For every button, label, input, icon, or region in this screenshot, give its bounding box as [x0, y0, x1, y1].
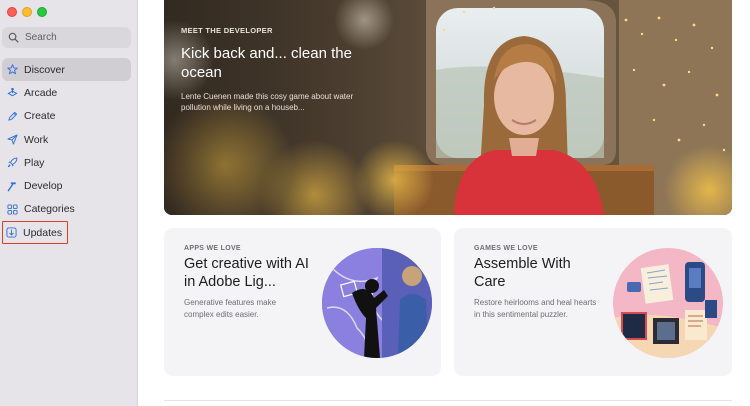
- sidebar-item-label: Updates: [23, 226, 63, 239]
- card-title: Assemble With Care: [474, 256, 571, 290]
- sidebar: Search Discover Arcade Create Work Play …: [0, 0, 138, 406]
- hero-banner[interactable]: MEET THE DEVELOPER Kick back and... clea…: [164, 0, 732, 215]
- search-placeholder: Search: [25, 32, 57, 43]
- sidebar-item-label: Develop: [24, 180, 63, 193]
- sidebar-item-label: Work: [24, 133, 49, 146]
- hero-eyebrow: MEET THE DEVELOPER: [181, 26, 273, 35]
- sidebar-item-categories[interactable]: Categories: [2, 198, 131, 221]
- card-artwork: [613, 248, 723, 358]
- story-card-adobe[interactable]: APPS WE LOVE Get creative with AI in Ado…: [164, 228, 441, 376]
- grid-icon: [7, 204, 18, 215]
- hero-subtitle: Lente Cuenen made this cosy game about w…: [181, 92, 354, 112]
- card-artwork: [322, 248, 432, 358]
- rocket-icon: [7, 157, 18, 168]
- sidebar-item-label: Arcade: [24, 86, 58, 99]
- paperplane-icon: [7, 134, 18, 145]
- arcade-icon: [7, 87, 18, 98]
- sidebar-item-create[interactable]: Create: [2, 105, 131, 128]
- story-card-assemble[interactable]: GAMES WE LOVE Assemble With Care Restore…: [454, 228, 732, 376]
- sidebar-item-label: Create: [24, 110, 56, 123]
- main-content: MEET THE DEVELOPER Kick back and... clea…: [139, 0, 750, 406]
- sidebar-item-play[interactable]: Play: [2, 151, 131, 174]
- card-subtitle: Generative features make complex edits e…: [184, 298, 277, 319]
- zoom-button[interactable]: [37, 7, 47, 17]
- window-controls: [7, 7, 47, 17]
- sidebar-item-develop[interactable]: Develop: [2, 174, 131, 197]
- card-title: Get creative with AI in Adobe Lig...: [184, 256, 309, 290]
- hero-title: Kick back and... clean the ocean: [181, 45, 352, 81]
- sidebar-item-label: Categories: [24, 203, 75, 216]
- star-icon: [7, 64, 18, 75]
- search-icon: [8, 32, 19, 43]
- sidebar-item-label: Discover: [24, 63, 65, 76]
- sidebar-item-work[interactable]: Work: [2, 128, 131, 151]
- sidebar-item-discover[interactable]: Discover: [2, 58, 131, 82]
- sidebar-item-label: Play: [24, 156, 45, 169]
- card-subtitle: Restore heirlooms and heal hearts in thi…: [474, 298, 597, 319]
- section-divider: [164, 400, 732, 401]
- card-eyebrow: APPS WE LOVE: [184, 245, 241, 252]
- minimize-button[interactable]: [22, 7, 32, 17]
- card-eyebrow: GAMES WE LOVE: [474, 245, 538, 252]
- create-icon: [7, 111, 18, 122]
- close-button[interactable]: [7, 7, 17, 17]
- updates-icon: [6, 227, 17, 238]
- sidebar-item-updates[interactable]: Updates: [2, 221, 68, 245]
- search-input[interactable]: Search: [2, 27, 131, 48]
- sidebar-nav: Discover Arcade Create Work Play Develop…: [0, 58, 138, 245]
- sidebar-item-arcade[interactable]: Arcade: [2, 81, 131, 104]
- hammer-icon: [7, 181, 18, 192]
